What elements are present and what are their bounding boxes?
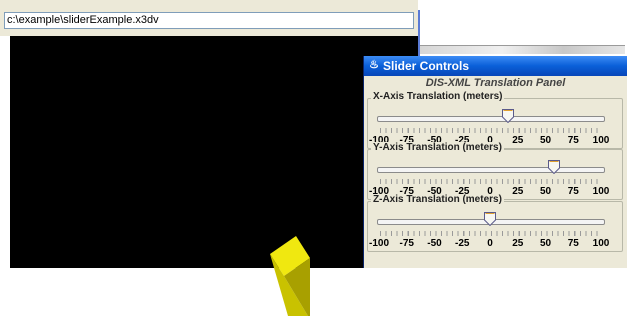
y-axis-group: Y-Axis Translation (meters) -100 -75 -50 -2…: [367, 142, 623, 200]
z-axis-tick-labels: -100 -75 -50 -25 0 25 50 75 100: [367, 238, 623, 252]
z-axis-label: Z-Axis Translation (meters): [371, 194, 504, 205]
dialog-title: Slider Controls: [383, 59, 470, 73]
y-axis-label: Y-Axis Translation (meters): [371, 142, 504, 153]
slider-controls-dialog: ♨ Slider Controls DIS-XML Translation Pa…: [363, 56, 627, 268]
background-window: [418, 0, 627, 60]
dialog-titlebar[interactable]: ♨ Slider Controls: [364, 56, 627, 76]
x-axis-label: X-Axis Translation (meters): [371, 91, 505, 102]
z-axis-group: Z-Axis Translation (meters) -100 -75 -50 -2…: [367, 194, 623, 252]
background-toolbar: [420, 45, 625, 54]
yellow-box-shape: [270, 236, 310, 316]
z-axis-ticks: [380, 231, 602, 236]
z-axis-slider-thumb[interactable]: [484, 212, 496, 226]
x3d-render-canvas[interactable]: [10, 36, 418, 316]
tick-label: 0: [487, 238, 493, 249]
tick-label: -75: [399, 238, 414, 249]
tick-label: 25: [512, 238, 524, 249]
url-field[interactable]: c:\example\sliderExample.x3dv: [4, 12, 414, 29]
tick-label: 50: [539, 238, 552, 249]
x-axis-slider-thumb[interactable]: [501, 109, 514, 123]
panel-title: DIS-XML Translation Panel: [425, 77, 566, 89]
x-axis-ticks: [380, 128, 602, 133]
y-axis-track[interactable]: [377, 167, 605, 173]
tick-label: -100: [368, 238, 390, 249]
x-axis-track[interactable]: [377, 116, 605, 122]
tick-label: 75: [567, 238, 579, 249]
y-axis-ticks: [380, 179, 602, 184]
java-cup-icon: ♨: [369, 59, 379, 71]
tick-label: 100: [592, 238, 610, 249]
y-axis-slider-thumb[interactable]: [548, 160, 561, 174]
x-axis-group: X-Axis Translation (meters) -100 -75 -50 -2…: [367, 91, 623, 149]
address-bar-area: c:\example\sliderExample.x3dv: [0, 0, 418, 36]
tick-label: -25: [455, 238, 470, 249]
tick-label: -50: [427, 238, 442, 249]
left-margin: [0, 36, 10, 268]
